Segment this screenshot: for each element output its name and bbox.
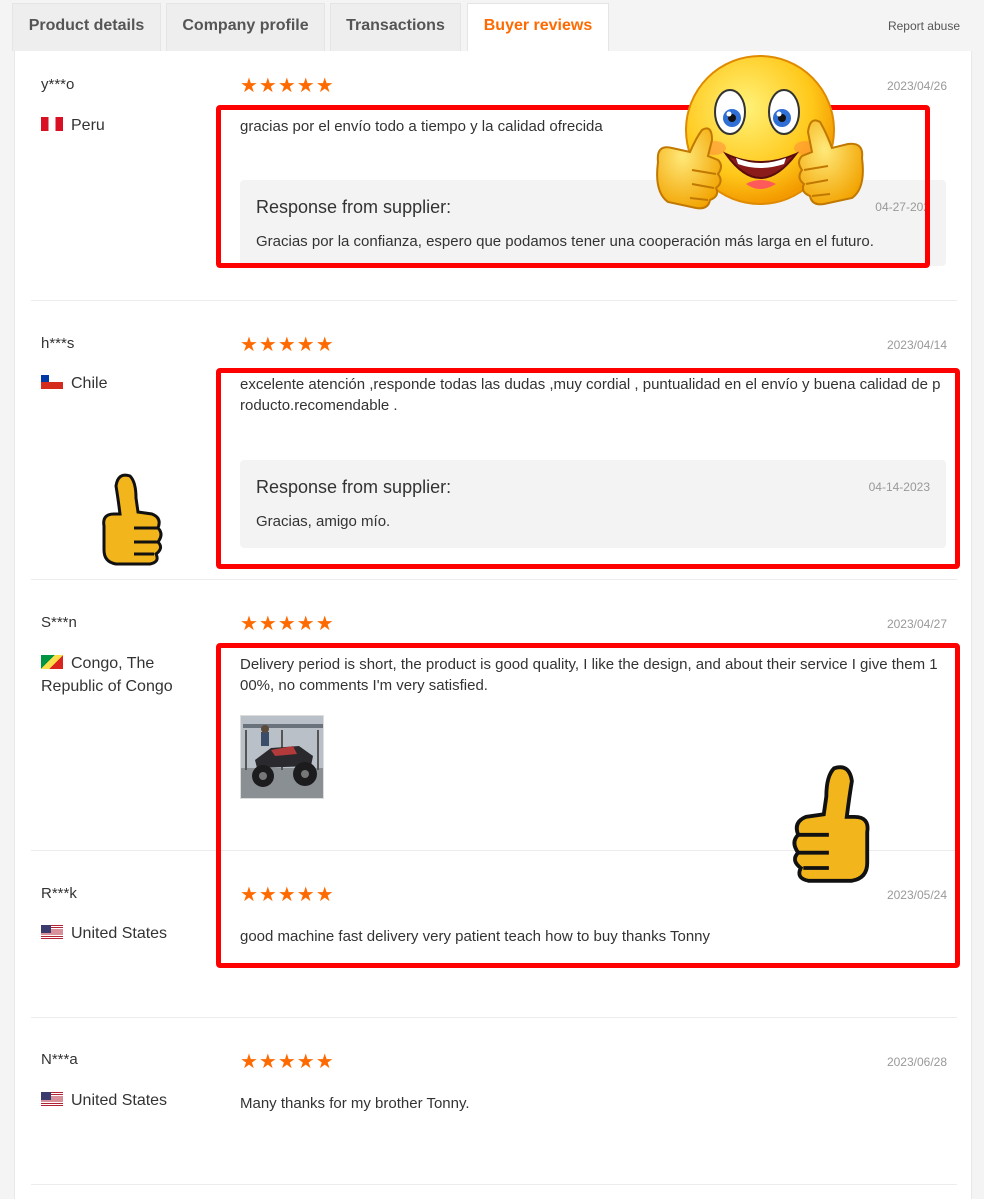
- response-text: Gracias, amigo mío.: [256, 513, 391, 530]
- rating-stars: ★★★★★: [240, 1051, 335, 1073]
- reviewer-country: Chile: [41, 372, 219, 395]
- response-title: Response from supplier:: [256, 477, 452, 497]
- divider: [31, 1184, 957, 1185]
- us-flag-icon: [41, 925, 63, 939]
- response-date: 04-27-202: [875, 200, 930, 214]
- reviewer-name: R***k: [41, 885, 77, 902]
- peru-flag-icon: [41, 117, 63, 131]
- reviewer-name: y***o: [41, 76, 75, 93]
- reviewer-country: Peru: [41, 114, 219, 137]
- rating-stars: ★★★★★: [240, 613, 335, 635]
- rating-stars: ★★★★★: [240, 884, 335, 906]
- thumbs-up-icon: [788, 758, 880, 891]
- review-date: 2023/04/27: [886, 617, 947, 631]
- response-text: Gracias por la confianza, espero que pod…: [256, 233, 874, 250]
- rating-stars: ★★★★★: [240, 334, 335, 356]
- review-text: Delivery period is short, the product is…: [240, 656, 938, 694]
- reviewer-name: h***s: [41, 335, 75, 352]
- reviewer-country: United States: [41, 1089, 219, 1112]
- rating-stars: ★★★★★: [240, 75, 335, 97]
- reviewer-name: S***n: [41, 614, 77, 631]
- review-text: Many thanks for my brother Tonny.: [240, 1095, 470, 1112]
- reviewer-country: Congo, The Republic of Congo: [41, 655, 173, 695]
- reviewer-name: N***a: [41, 1051, 78, 1068]
- review-date: 2023/05/24: [886, 888, 947, 902]
- review-photo-thumbnail[interactable]: [240, 715, 324, 799]
- review-date: 2023/04/26: [886, 79, 947, 93]
- supplier-response: Response from supplier: 04-14-2023 Graci…: [240, 460, 946, 548]
- chile-flag-icon: [41, 375, 63, 389]
- tab-company-profile[interactable]: Company profile: [166, 3, 325, 51]
- review-text: good machine fast delivery very patient …: [240, 928, 711, 945]
- tab-buyer-reviews[interactable]: Buyer reviews: [467, 3, 609, 52]
- us-flag-icon: [41, 1092, 63, 1106]
- reviewer-country: United States: [41, 922, 219, 945]
- tab-transactions[interactable]: Transactions: [330, 3, 461, 51]
- atv-photo-icon: [241, 716, 323, 798]
- thumbs-up-icon: [94, 468, 166, 573]
- report-abuse-link[interactable]: Report abuse: [888, 19, 960, 33]
- smiley-thumbs-up-icon: [650, 52, 870, 227]
- response-date: 04-14-2023: [868, 480, 930, 494]
- tab-bar: Product details Company profile Transact…: [12, 3, 972, 52]
- review-date: 2023/04/14: [886, 338, 947, 352]
- review-text: excelente atención ,responde todas las d…: [240, 376, 941, 414]
- congo-flag-icon: [41, 655, 63, 669]
- tab-product-details[interactable]: Product details: [12, 3, 161, 51]
- review-date: 2023/06/28: [886, 1055, 947, 1069]
- response-title: Response from supplier:: [256, 197, 452, 217]
- review-item: N***a United States ★★★★★ 2023/06/28 Man…: [15, 1018, 973, 1184]
